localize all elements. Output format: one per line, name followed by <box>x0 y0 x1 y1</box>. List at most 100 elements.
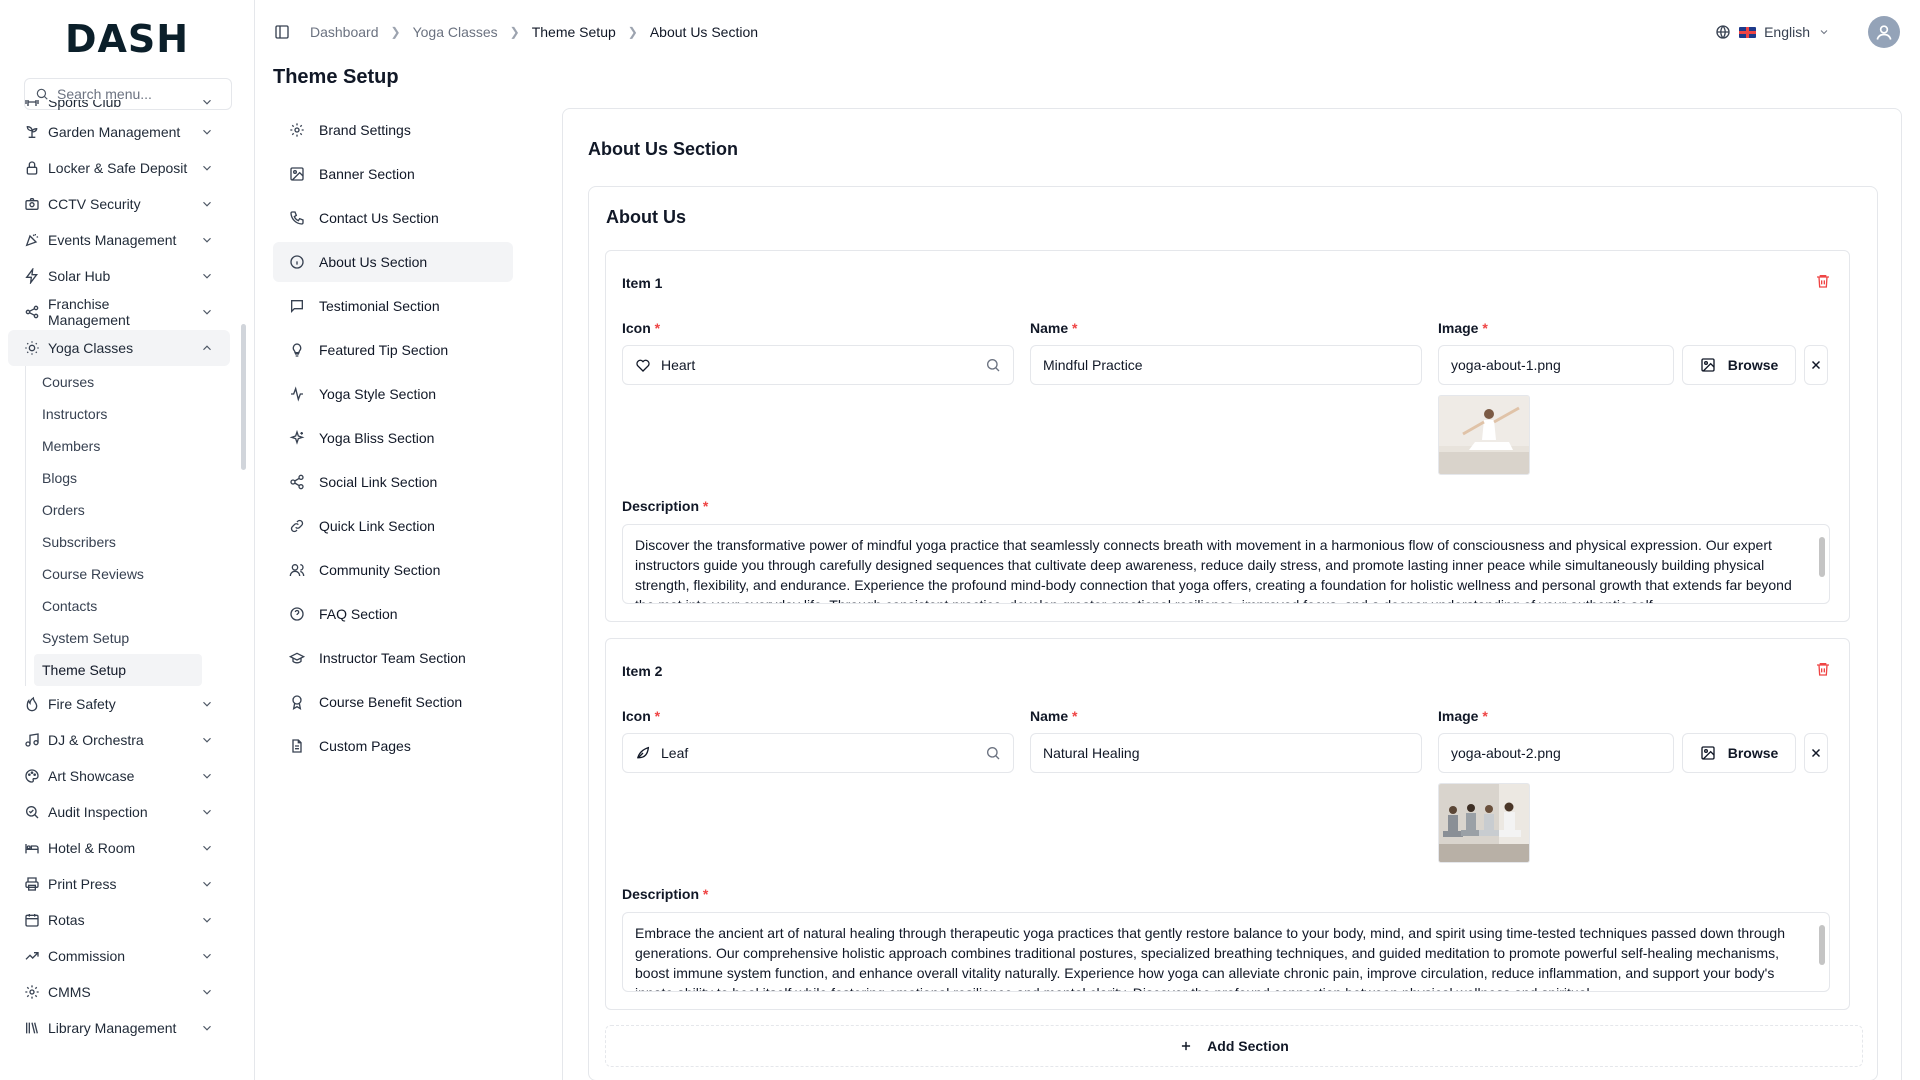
name-field[interactable]: Natural Healing <box>1030 733 1422 773</box>
avatar[interactable] <box>1868 16 1900 48</box>
sidebar-item-cctv[interactable]: CCTV Security <box>8 186 230 222</box>
settings-item-brand[interactable]: Brand Settings <box>273 110 513 150</box>
image-icon <box>290 167 304 181</box>
textarea-scrollbar[interactable] <box>1819 925 1825 965</box>
breadcrumb-yoga-classes[interactable]: Yoga Classes <box>413 24 498 40</box>
icon-picker[interactable]: Leaf <box>622 733 1014 773</box>
chevron-down-icon <box>203 309 211 315</box>
search-icon[interactable] <box>985 357 1001 373</box>
browse-button[interactable]: Browse <box>1682 345 1796 385</box>
phone-icon <box>290 211 304 225</box>
chevron-right-icon: ❯ <box>627 25 638 39</box>
settings-item-community[interactable]: Community Section <box>273 550 513 590</box>
graduation-cap-icon <box>289 652 305 664</box>
trash-icon[interactable] <box>1815 273 1831 289</box>
icon-picker[interactable]: Heart <box>622 345 1014 385</box>
page-title: Theme Setup <box>273 66 399 88</box>
settings-item-yoga-bliss[interactable]: Yoga Bliss Section <box>273 418 513 458</box>
settings-item-quick-link[interactable]: Quick Link Section <box>273 506 513 546</box>
icon-value: Heart <box>661 357 696 373</box>
settings-item-social-link[interactable]: Social Link Section <box>273 462 513 502</box>
dumbbell-icon <box>25 100 39 106</box>
logo[interactable]: DASH <box>0 0 254 78</box>
textarea-scrollbar[interactable] <box>1819 537 1825 577</box>
chevron-down-icon <box>203 273 211 279</box>
trend-icon <box>25 952 39 960</box>
sub-item-contacts[interactable]: Contacts <box>34 590 202 622</box>
name-field[interactable]: Mindful Practice <box>1030 345 1422 385</box>
sub-item-system-setup[interactable]: System Setup <box>34 622 202 654</box>
image-icon <box>1701 358 1715 372</box>
sidebar-item-library[interactable]: Library Management <box>8 1010 230 1046</box>
sidebar-item-solar-hub[interactable]: Solar Hub <box>8 258 230 294</box>
icon-label: Icon * <box>622 708 661 724</box>
sidebar-scrollbar[interactable] <box>241 324 246 470</box>
image-filename-field[interactable]: yoga-about-1.png <box>1438 345 1674 385</box>
sidebar-item-sports-club[interactable]: Sports Club <box>8 100 230 114</box>
printer-icon <box>25 877 39 891</box>
share-icon <box>290 474 304 490</box>
sidebar-item-hotel-room[interactable]: Hotel & Room <box>8 830 230 866</box>
sub-item-courses[interactable]: Courses <box>34 366 202 398</box>
settings-item-faq[interactable]: FAQ Section <box>273 594 513 634</box>
settings-item-instructor-team[interactable]: Instructor Team Section <box>273 638 513 678</box>
about-item-1: Item 1 Icon * Heart Name * Mindful Pract… <box>605 250 1850 622</box>
chevron-down-icon <box>203 773 211 779</box>
sub-item-orders[interactable]: Orders <box>34 494 202 526</box>
image-filename-field[interactable]: yoga-about-2.png <box>1438 733 1674 773</box>
settings-item-custom-pages[interactable]: Custom Pages <box>273 726 513 766</box>
search-icon[interactable] <box>985 745 1001 761</box>
settings-item-featured-tip[interactable]: Featured Tip Section <box>273 330 513 370</box>
sidebar-item-events[interactable]: Events Management <box>8 222 230 258</box>
add-section-button[interactable]: Add Section <box>605 1025 1863 1067</box>
sidebar-item-commission[interactable]: Commission <box>8 938 230 974</box>
settings-nav: Brand Settings Banner Section Contact Us… <box>273 110 513 770</box>
settings-item-testimonial[interactable]: Testimonial Section <box>273 286 513 326</box>
sub-item-course-reviews[interactable]: Course Reviews <box>34 558 202 590</box>
settings-item-contact[interactable]: Contact Us Section <box>273 198 513 238</box>
sidebar-item-dj-orchestra[interactable]: DJ & Orchestra <box>8 722 230 758</box>
sub-item-members[interactable]: Members <box>34 430 202 462</box>
sub-item-blogs[interactable]: Blogs <box>34 462 202 494</box>
info-icon <box>290 255 304 269</box>
sidebar-item-audit-inspection[interactable]: Audit Inspection <box>8 794 230 830</box>
image-preview <box>1438 395 1530 475</box>
sidebar-item-rotas[interactable]: Rotas <box>8 902 230 938</box>
description-label: Description * <box>622 498 709 514</box>
sidebar-item-locker[interactable]: Locker & Safe Deposit <box>8 150 230 186</box>
sub-item-theme-setup[interactable]: Theme Setup <box>34 654 202 686</box>
name-value: Natural Healing <box>1043 745 1140 761</box>
clear-image-button[interactable] <box>1804 345 1828 385</box>
chevron-down-icon <box>203 1025 211 1031</box>
description-textarea[interactable]: Discover the transformative power of min… <box>622 524 1830 604</box>
file-text-icon <box>292 739 302 753</box>
item-title: Item 1 <box>622 275 663 291</box>
sub-item-subscribers[interactable]: Subscribers <box>34 526 202 558</box>
sidebar-item-fire-safety[interactable]: Fire Safety <box>8 686 230 722</box>
sidebar-toggle-icon[interactable] <box>274 24 290 40</box>
breadcrumb-theme-setup[interactable]: Theme Setup <box>532 24 616 40</box>
sidebar-item-print-press[interactable]: Print Press <box>8 866 230 902</box>
description-textarea[interactable]: Embrace the ancient art of natural heali… <box>622 912 1830 992</box>
sidebar-item-yoga-classes[interactable]: Yoga Classes <box>8 330 230 366</box>
clear-image-button[interactable] <box>1804 733 1828 773</box>
settings-item-yoga-style[interactable]: Yoga Style Section <box>273 374 513 414</box>
sidebar-item-art-showcase[interactable]: Art Showcase <box>8 758 230 794</box>
image-label: Image * <box>1438 320 1488 336</box>
bolt-icon <box>25 268 38 284</box>
trash-icon[interactable] <box>1815 661 1831 677</box>
sub-item-instructors[interactable]: Instructors <box>34 398 202 430</box>
browse-button[interactable]: Browse <box>1682 733 1796 773</box>
settings-item-banner[interactable]: Banner Section <box>273 154 513 194</box>
chevron-down-icon <box>203 881 211 887</box>
bed-icon <box>25 844 39 854</box>
settings-item-about-us[interactable]: About Us Section <box>273 242 513 282</box>
breadcrumb-dashboard[interactable]: Dashboard <box>310 24 379 40</box>
settings-item-course-benefit[interactable]: Course Benefit Section <box>273 682 513 722</box>
sidebar-item-cmms[interactable]: CMMS <box>8 974 230 1010</box>
panel-title: About Us <box>606 207 686 227</box>
sidebar-item-garden-management[interactable]: Garden Management <box>8 114 230 150</box>
language-selector[interactable]: English <box>1715 24 1830 40</box>
sidebar-item-franchise[interactable]: Franchise Management <box>8 294 230 330</box>
chevron-right-icon: ❯ <box>509 25 520 39</box>
